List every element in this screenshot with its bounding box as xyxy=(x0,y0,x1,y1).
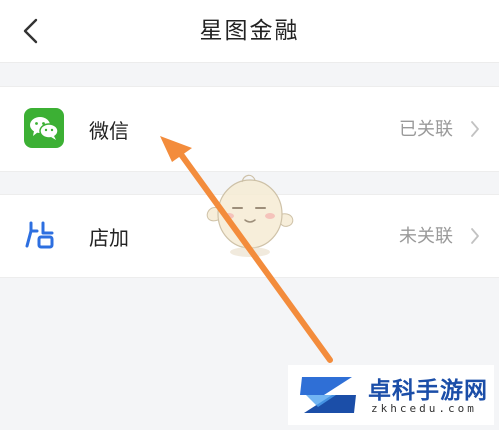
account-name: 微信 xyxy=(89,119,129,143)
watermark-title: 卓科手游网 xyxy=(368,378,488,404)
top-bar: 星图金融 xyxy=(0,0,499,63)
page-title: 星图金融 xyxy=(199,18,300,44)
wechat-icon xyxy=(24,108,64,148)
account-row-wechat[interactable]: 微信 已关联 xyxy=(0,86,499,172)
link-status: 未关联 xyxy=(399,226,453,247)
zkh-logo-icon xyxy=(300,377,356,413)
watermark-url: zkhcedu.com xyxy=(371,402,477,415)
account-name: 店加 xyxy=(89,226,129,250)
link-status: 已关联 xyxy=(399,119,453,140)
dianjia-icon xyxy=(25,221,54,249)
chevron-right-icon xyxy=(471,121,479,137)
chevron-right-icon xyxy=(471,228,479,244)
watermark: 卓科手游网 zkhcedu.com xyxy=(288,365,494,425)
account-row-dianjia[interactable]: 店加 未关联 xyxy=(0,194,499,278)
